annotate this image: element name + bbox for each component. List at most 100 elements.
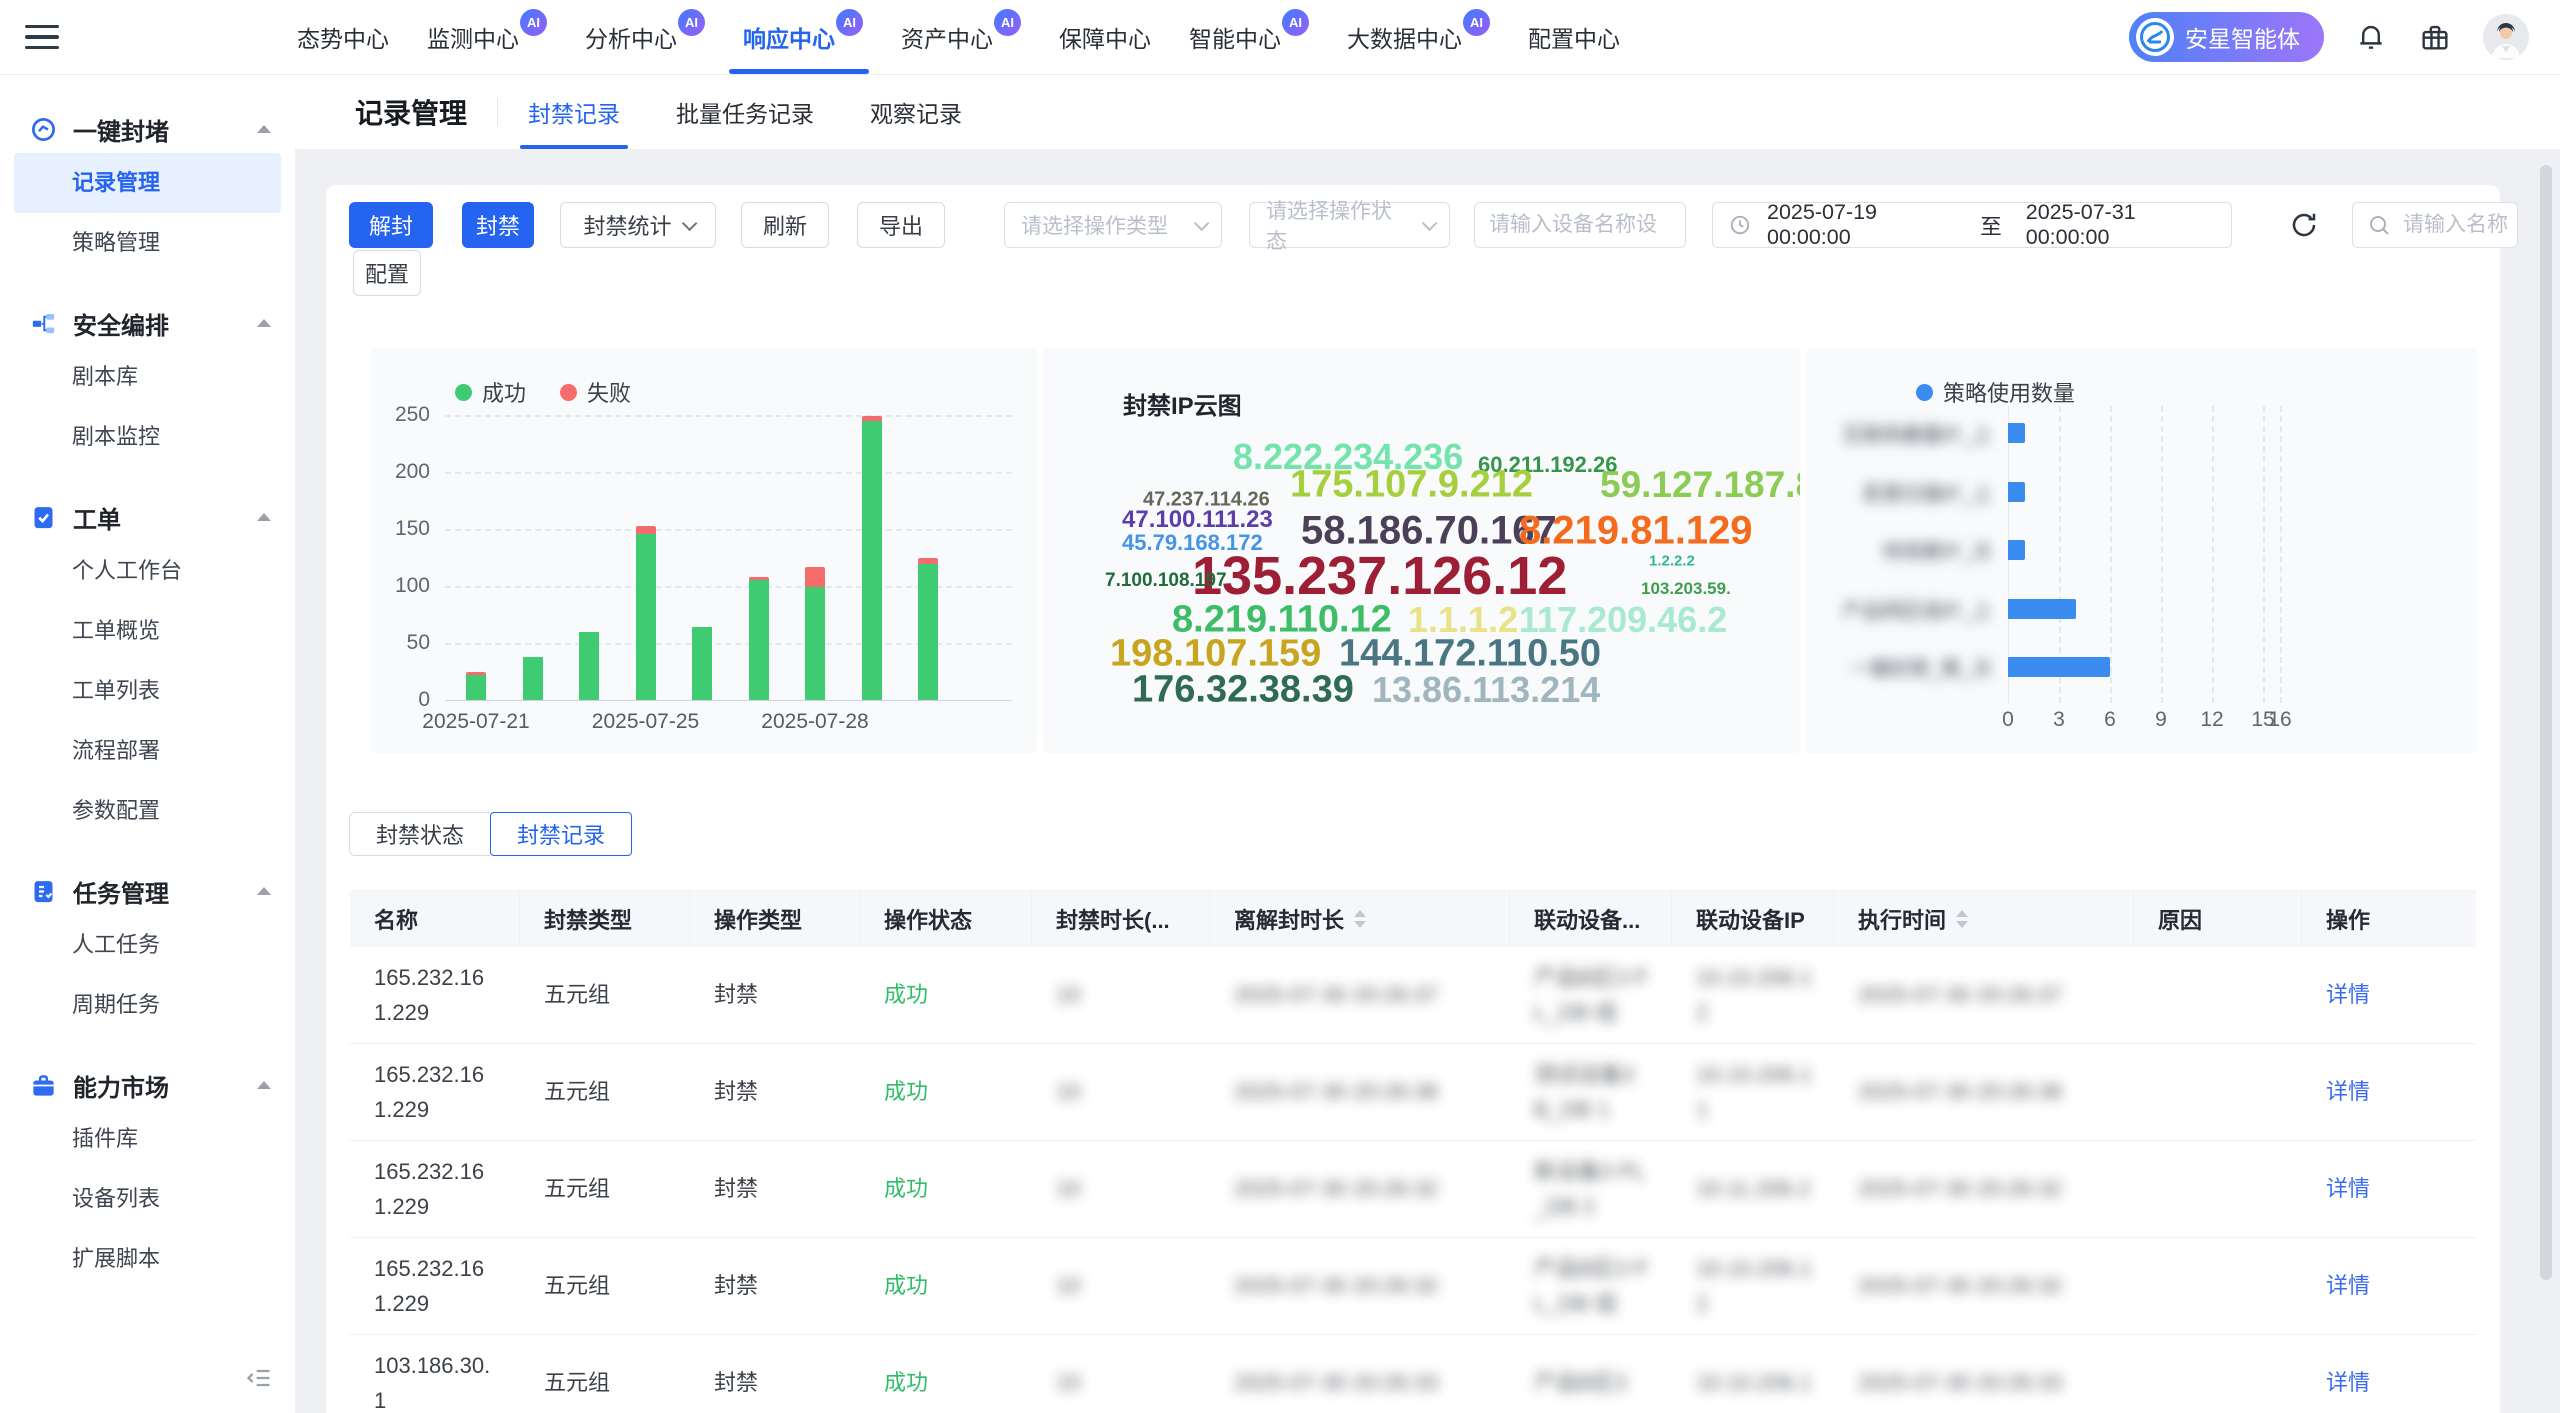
- sidebar-section-label: 安全编排: [73, 306, 241, 341]
- sidebar-section-一键封堵[interactable]: 一键封堵: [0, 105, 295, 153]
- cell-action[interactable]: 详情: [2302, 1163, 2476, 1214]
- column-header-封禁类型[interactable]: 封禁类型: [520, 890, 690, 947]
- cell-reason: [2134, 1278, 2302, 1294]
- user-avatar[interactable]: [2482, 13, 2530, 61]
- notifications-bell-icon[interactable]: [2354, 20, 2388, 54]
- x-axis-line: [445, 700, 1012, 701]
- block-button[interactable]: 封禁: [462, 202, 534, 248]
- config-button[interactable]: 配置: [353, 250, 421, 296]
- vertical-scrollbar[interactable]: [2540, 165, 2552, 1280]
- menu-hamburger-icon[interactable]: [25, 25, 59, 50]
- x-axis-tick: 2025-07-28: [761, 710, 868, 734]
- column-header-联动设备...[interactable]: 联动设备...: [1510, 890, 1672, 947]
- date-range-picker[interactable]: 2025-07-19 00:00:00 至 2025-07-31 00:00:0…: [1712, 202, 2232, 248]
- subtab-ban-records[interactable]: 封禁记录: [490, 812, 632, 856]
- sidebar-item-策略管理[interactable]: 策略管理: [14, 213, 281, 273]
- cell-action[interactable]: 详情: [2302, 1357, 2476, 1408]
- cell-ban_type: 五元组: [520, 1260, 690, 1311]
- ban-stats-dropdown-button[interactable]: 封禁统计: [560, 202, 716, 248]
- sidebar-item-扩展脚本[interactable]: 扩展脚本: [14, 1229, 281, 1289]
- legend-item-成功[interactable]: 成功: [455, 376, 526, 408]
- reload-icon[interactable]: [2289, 210, 2319, 240]
- nav-item-分析中心[interactable]: 分析中心AI: [585, 0, 705, 74]
- sort-icon[interactable]: [1956, 910, 1968, 928]
- agent-button[interactable]: 安星智能体: [2129, 12, 2324, 62]
- sidebar-item-工单概览[interactable]: 工单概览: [14, 601, 281, 661]
- toolbox-icon[interactable]: [2418, 20, 2452, 54]
- unblock-button[interactable]: 解封: [349, 202, 433, 248]
- column-header-操作类型[interactable]: 操作类型: [690, 890, 860, 947]
- nav-item-监测中心[interactable]: 监测中心AI: [427, 0, 547, 74]
- sidebar-section: 任务管理人工任务周期任务: [0, 867, 295, 1035]
- column-header-名称[interactable]: 名称: [350, 890, 520, 947]
- sidebar-item-剧本监控[interactable]: 剧本监控: [14, 407, 281, 467]
- nav-item-label: 配置中心: [1528, 20, 1620, 54]
- sidebar-item-个人工作台[interactable]: 个人工作台: [14, 541, 281, 601]
- tab-batch-task-records[interactable]: 批量任务记录: [676, 75, 814, 149]
- tab-watch-records[interactable]: 观察记录: [870, 75, 962, 149]
- sidebar-item-剧本库[interactable]: 剧本库: [14, 347, 281, 407]
- column-header-操作[interactable]: 操作: [2302, 890, 2476, 947]
- sort-icon[interactable]: [1354, 910, 1366, 928]
- success-bar-segment: [692, 627, 712, 700]
- column-header-执行时间[interactable]: 执行时间: [1834, 890, 2134, 947]
- name-search-box[interactable]: [2352, 202, 2518, 248]
- cell-exec_time: 2025-07-30 20:26:37: [1834, 969, 2134, 1020]
- tab-ban-records[interactable]: 封禁记录: [528, 75, 620, 149]
- nav-item-资产中心[interactable]: 资产中心AI: [901, 0, 1021, 74]
- detail-link[interactable]: 详情: [2326, 982, 2370, 1007]
- detail-link[interactable]: 详情: [2326, 1370, 2370, 1395]
- device-name-input[interactable]: [1474, 202, 1686, 248]
- refresh-button[interactable]: 刷新: [741, 202, 829, 248]
- cell-action[interactable]: 详情: [2302, 1260, 2476, 1311]
- ban-stats-label: 封禁统计: [583, 209, 671, 241]
- sidebar-item-人工任务[interactable]: 人工任务: [14, 915, 281, 975]
- sidebar-collapse-icon[interactable]: [245, 1364, 273, 1397]
- sidebar-item-参数配置[interactable]: 参数配置: [14, 781, 281, 841]
- sidebar-item-设备列表[interactable]: 设备列表: [14, 1169, 281, 1229]
- column-header-封禁时长(...[interactable]: 封禁时长(...: [1032, 890, 1210, 947]
- sidebar-section-能力市场[interactable]: 能力市场: [0, 1061, 295, 1109]
- nav-item-智能中心[interactable]: 智能中心AI: [1189, 0, 1309, 74]
- column-header-离解封时长[interactable]: 离解封时长: [1210, 890, 1510, 947]
- sidebar-item-工单列表[interactable]: 工单列表: [14, 661, 281, 721]
- sidebar-item-记录管理[interactable]: 记录管理: [14, 153, 281, 213]
- column-label: 操作状态: [884, 903, 972, 935]
- cell-action[interactable]: 详情: [2302, 1066, 2476, 1117]
- nav-item-保障中心[interactable]: 保障中心: [1059, 0, 1151, 74]
- ai-badge-icon: AI: [836, 9, 863, 36]
- op-type-select[interactable]: 请选择操作类型: [1004, 202, 1222, 248]
- export-button[interactable]: 导出: [857, 202, 945, 248]
- detail-link[interactable]: 详情: [2326, 1079, 2370, 1104]
- nav-item-label: 响应中心: [743, 20, 835, 54]
- cell-action[interactable]: 详情: [2302, 969, 2476, 1020]
- column-header-操作状态[interactable]: 操作状态: [860, 890, 1032, 947]
- nav-item-label: 大数据中心: [1347, 20, 1462, 54]
- legend-item-策略使用数量[interactable]: 策略使用数量: [1916, 376, 2075, 408]
- toolbar-row-2: 配置: [353, 250, 421, 296]
- column-header-联动设备IP[interactable]: 联动设备IP: [1672, 890, 1834, 947]
- sidebar-item-周期任务[interactable]: 周期任务: [14, 975, 281, 1035]
- nav-item-响应中心[interactable]: 响应中心AI: [743, 0, 863, 74]
- nav-item-态势中心[interactable]: 态势中心: [297, 0, 389, 74]
- column-header-原因[interactable]: 原因: [2134, 890, 2302, 947]
- detail-link[interactable]: 详情: [2326, 1273, 2370, 1298]
- sidebar-section-工单[interactable]: 工单: [0, 493, 295, 541]
- sidebar-section-安全编排[interactable]: 安全编排: [0, 299, 295, 347]
- detail-link[interactable]: 详情: [2326, 1176, 2370, 1201]
- op-status-select[interactable]: 请选择操作状态: [1249, 202, 1450, 248]
- sidebar-item-插件库[interactable]: 插件库: [14, 1109, 281, 1169]
- nav-item-label: 保障中心: [1059, 20, 1151, 54]
- subtab-ban-status[interactable]: 封禁状态: [349, 812, 490, 856]
- legend-item-失败[interactable]: 失败: [560, 376, 631, 408]
- ai-badge-icon: AI: [1282, 9, 1309, 36]
- y-axis-tick: 150: [370, 517, 430, 541]
- nav-item-配置中心[interactable]: 配置中心: [1528, 0, 1620, 74]
- cell-name: 165.232.161.229: [350, 1146, 520, 1232]
- bar-2025-07-21: [466, 672, 486, 700]
- sidebar-section-任务管理[interactable]: 任务管理: [0, 867, 295, 915]
- sidebar-item-流程部署[interactable]: 流程部署: [14, 721, 281, 781]
- cell-reason: [2134, 1375, 2302, 1391]
- name-search-input[interactable]: [2401, 212, 2513, 238]
- nav-item-大数据中心[interactable]: 大数据中心AI: [1347, 0, 1490, 74]
